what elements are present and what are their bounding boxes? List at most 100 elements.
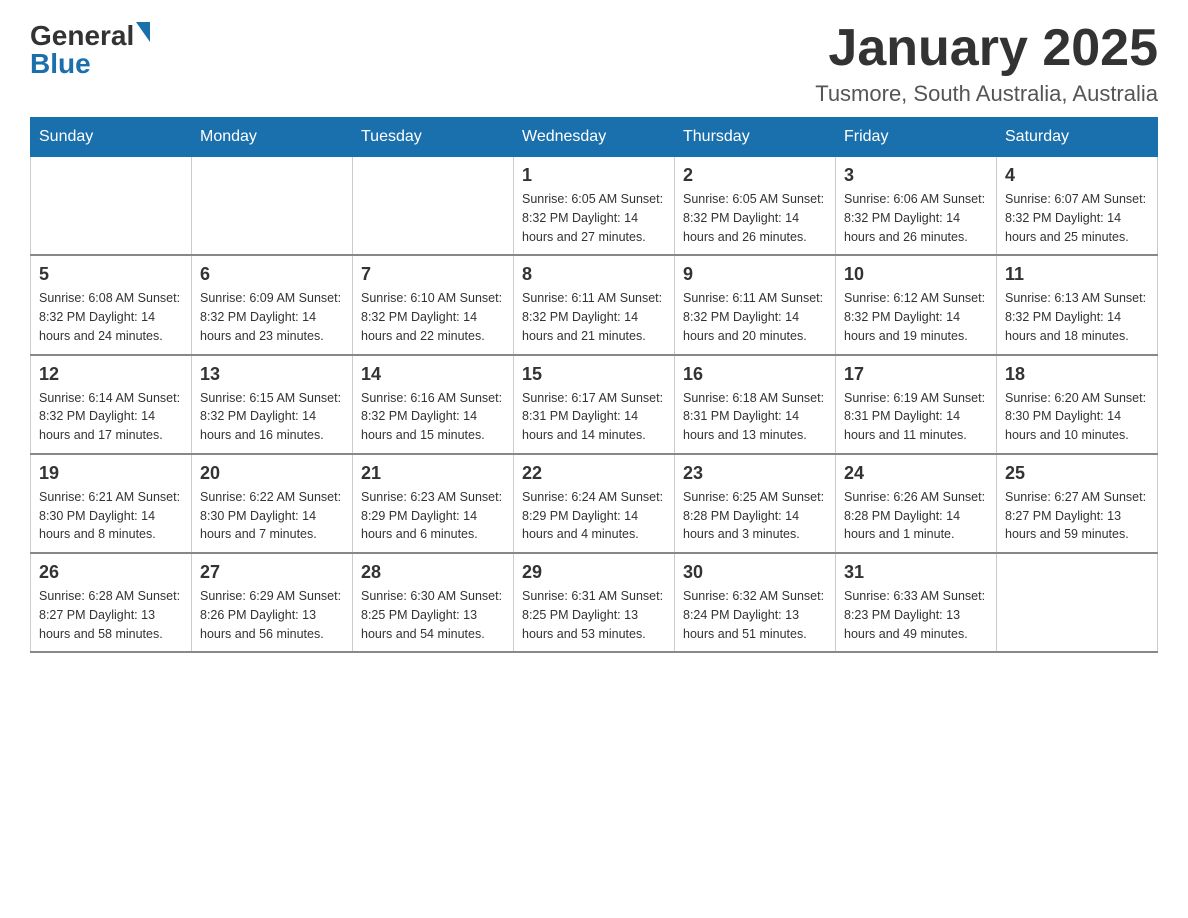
day-info: Sunrise: 6:15 AM Sunset: 8:32 PM Dayligh…	[200, 389, 344, 445]
day-number: 25	[1005, 463, 1149, 484]
calendar-cell: 15 Sunrise: 6:17 AM Sunset: 8:31 PM Dayli…	[514, 355, 675, 454]
day-number: 12	[39, 364, 183, 385]
day-number: 1	[522, 165, 666, 186]
day-info: Sunrise: 6:29 AM Sunset: 8:26 PM Dayligh…	[200, 587, 344, 643]
calendar-cell	[31, 157, 192, 256]
day-info: Sunrise: 6:11 AM Sunset: 8:32 PM Dayligh…	[522, 289, 666, 345]
day-info: Sunrise: 6:17 AM Sunset: 8:31 PM Dayligh…	[522, 389, 666, 445]
calendar-cell: 8 Sunrise: 6:11 AM Sunset: 8:32 PM Daylig…	[514, 255, 675, 354]
day-number: 10	[844, 264, 988, 285]
day-number: 17	[844, 364, 988, 385]
calendar-cell: 13 Sunrise: 6:15 AM Sunset: 8:32 PM Dayli…	[192, 355, 353, 454]
day-number: 9	[683, 264, 827, 285]
day-info: Sunrise: 6:33 AM Sunset: 8:23 PM Dayligh…	[844, 587, 988, 643]
calendar-cell: 4Sunrise: 6:07 AM Sunset: 8:32 PM Daylig…	[997, 157, 1158, 256]
day-info: Sunrise: 6:32 AM Sunset: 8:24 PM Dayligh…	[683, 587, 827, 643]
calendar-cell	[192, 157, 353, 256]
day-number: 22	[522, 463, 666, 484]
day-number: 15	[522, 364, 666, 385]
day-number: 20	[200, 463, 344, 484]
day-header-wednesday: Wednesday	[514, 118, 675, 157]
day-info: Sunrise: 6:11 AM Sunset: 8:32 PM Dayligh…	[683, 289, 827, 345]
day-number: 3	[844, 165, 988, 186]
calendar-cell: 1 Sunrise: 6:05 AM Sunset: 8:32 PM Daylig…	[514, 157, 675, 256]
day-number: 13	[200, 364, 344, 385]
calendar-cell: 14 Sunrise: 6:16 AM Sunset: 8:32 PM Dayli…	[353, 355, 514, 454]
day-number: 28	[361, 562, 505, 583]
day-number: 11	[1005, 264, 1149, 285]
calendar-cell: 27 Sunrise: 6:29 AM Sunset: 8:26 PM Dayli…	[192, 553, 353, 652]
calendar-cell: 20 Sunrise: 6:22 AM Sunset: 8:30 PM Dayli…	[192, 454, 353, 553]
day-number: 16	[683, 364, 827, 385]
calendar-cell: 26Sunrise: 6:28 AM Sunset: 8:27 PM Dayli…	[31, 553, 192, 652]
day-header-tuesday: Tuesday	[353, 118, 514, 157]
day-info: Sunrise: 6:13 AM Sunset: 8:32 PM Dayligh…	[1005, 289, 1149, 345]
calendar-cell: 22 Sunrise: 6:24 AM Sunset: 8:29 PM Dayli…	[514, 454, 675, 553]
day-info: Sunrise: 6:06 AM Sunset: 8:32 PM Dayligh…	[844, 190, 988, 246]
calendar-cell: 30Sunrise: 6:32 AM Sunset: 8:24 PM Dayli…	[675, 553, 836, 652]
day-info: Sunrise: 6:18 AM Sunset: 8:31 PM Dayligh…	[683, 389, 827, 445]
calendar-cell: 17 Sunrise: 6:19 AM Sunset: 8:31 PM Dayli…	[836, 355, 997, 454]
day-number: 29	[522, 562, 666, 583]
day-info: Sunrise: 6:30 AM Sunset: 8:25 PM Dayligh…	[361, 587, 505, 643]
day-info: Sunrise: 6:07 AM Sunset: 8:32 PM Dayligh…	[1005, 190, 1149, 246]
calendar-cell: 19 Sunrise: 6:21 AM Sunset: 8:30 PM Dayli…	[31, 454, 192, 553]
calendar-cell: 11 Sunrise: 6:13 AM Sunset: 8:32 PM Dayli…	[997, 255, 1158, 354]
week-row-1: 1 Sunrise: 6:05 AM Sunset: 8:32 PM Daylig…	[31, 157, 1158, 256]
calendar-cell: 12 Sunrise: 6:14 AM Sunset: 8:32 PM Dayli…	[31, 355, 192, 454]
day-number: 24	[844, 463, 988, 484]
day-info: Sunrise: 6:19 AM Sunset: 8:31 PM Dayligh…	[844, 389, 988, 445]
day-info: Sunrise: 6:10 AM Sunset: 8:32 PM Dayligh…	[361, 289, 505, 345]
calendar-cell: 28 Sunrise: 6:30 AM Sunset: 8:25 PM Dayli…	[353, 553, 514, 652]
day-info: Sunrise: 6:20 AM Sunset: 8:30 PM Dayligh…	[1005, 389, 1149, 445]
calendar-cell: 5 Sunrise: 6:08 AM Sunset: 8:32 PM Daylig…	[31, 255, 192, 354]
day-info: Sunrise: 6:21 AM Sunset: 8:30 PM Dayligh…	[39, 488, 183, 544]
day-number: 5	[39, 264, 183, 285]
calendar-cell: 16 Sunrise: 6:18 AM Sunset: 8:31 PM Dayli…	[675, 355, 836, 454]
day-number: 27	[200, 562, 344, 583]
calendar-cell: 3 Sunrise: 6:06 AM Sunset: 8:32 PM Daylig…	[836, 157, 997, 256]
calendar-subtitle: Tusmore, South Australia, Australia	[815, 81, 1158, 107]
page-header: General Blue January 2025 Tusmore, South…	[30, 20, 1158, 107]
week-row-5: 26Sunrise: 6:28 AM Sunset: 8:27 PM Dayli…	[31, 553, 1158, 652]
calendar-cell	[997, 553, 1158, 652]
day-info: Sunrise: 6:24 AM Sunset: 8:29 PM Dayligh…	[522, 488, 666, 544]
day-info: Sunrise: 6:25 AM Sunset: 8:28 PM Dayligh…	[683, 488, 827, 544]
day-info: Sunrise: 6:05 AM Sunset: 8:32 PM Dayligh…	[522, 190, 666, 246]
day-info: Sunrise: 6:26 AM Sunset: 8:28 PM Dayligh…	[844, 488, 988, 544]
day-header-thursday: Thursday	[675, 118, 836, 157]
calendar-cell: 18 Sunrise: 6:20 AM Sunset: 8:30 PM Dayli…	[997, 355, 1158, 454]
day-info: Sunrise: 6:14 AM Sunset: 8:32 PM Dayligh…	[39, 389, 183, 445]
day-info: Sunrise: 6:31 AM Sunset: 8:25 PM Dayligh…	[522, 587, 666, 643]
day-number: 31	[844, 562, 988, 583]
calendar-cell: 29 Sunrise: 6:31 AM Sunset: 8:25 PM Dayli…	[514, 553, 675, 652]
calendar-cell: 9 Sunrise: 6:11 AM Sunset: 8:32 PM Daylig…	[675, 255, 836, 354]
calendar-cell: 21Sunrise: 6:23 AM Sunset: 8:29 PM Dayli…	[353, 454, 514, 553]
day-info: Sunrise: 6:22 AM Sunset: 8:30 PM Dayligh…	[200, 488, 344, 544]
logo-blue: Blue	[30, 48, 91, 80]
week-row-4: 19 Sunrise: 6:21 AM Sunset: 8:30 PM Dayli…	[31, 454, 1158, 553]
calendar-cell: 6Sunrise: 6:09 AM Sunset: 8:32 PM Daylig…	[192, 255, 353, 354]
calendar-title: January 2025	[815, 20, 1158, 77]
calendar-cell: 31 Sunrise: 6:33 AM Sunset: 8:23 PM Dayli…	[836, 553, 997, 652]
calendar-table: SundayMondayTuesdayWednesdayThursdayFrid…	[30, 117, 1158, 653]
week-row-3: 12 Sunrise: 6:14 AM Sunset: 8:32 PM Dayli…	[31, 355, 1158, 454]
day-info: Sunrise: 6:27 AM Sunset: 8:27 PM Dayligh…	[1005, 488, 1149, 544]
day-info: Sunrise: 6:23 AM Sunset: 8:29 PM Dayligh…	[361, 488, 505, 544]
day-number: 8	[522, 264, 666, 285]
day-info: Sunrise: 6:09 AM Sunset: 8:32 PM Dayligh…	[200, 289, 344, 345]
logo-triangle-icon	[136, 22, 150, 42]
day-header-monday: Monday	[192, 118, 353, 157]
day-header-sunday: Sunday	[31, 118, 192, 157]
day-info: Sunrise: 6:05 AM Sunset: 8:32 PM Dayligh…	[683, 190, 827, 246]
day-number: 18	[1005, 364, 1149, 385]
week-row-2: 5 Sunrise: 6:08 AM Sunset: 8:32 PM Daylig…	[31, 255, 1158, 354]
day-info: Sunrise: 6:16 AM Sunset: 8:32 PM Dayligh…	[361, 389, 505, 445]
day-number: 26	[39, 562, 183, 583]
day-info: Sunrise: 6:12 AM Sunset: 8:32 PM Dayligh…	[844, 289, 988, 345]
day-number: 14	[361, 364, 505, 385]
day-header-friday: Friday	[836, 118, 997, 157]
day-number: 19	[39, 463, 183, 484]
day-number: 23	[683, 463, 827, 484]
day-info: Sunrise: 6:08 AM Sunset: 8:32 PM Dayligh…	[39, 289, 183, 345]
